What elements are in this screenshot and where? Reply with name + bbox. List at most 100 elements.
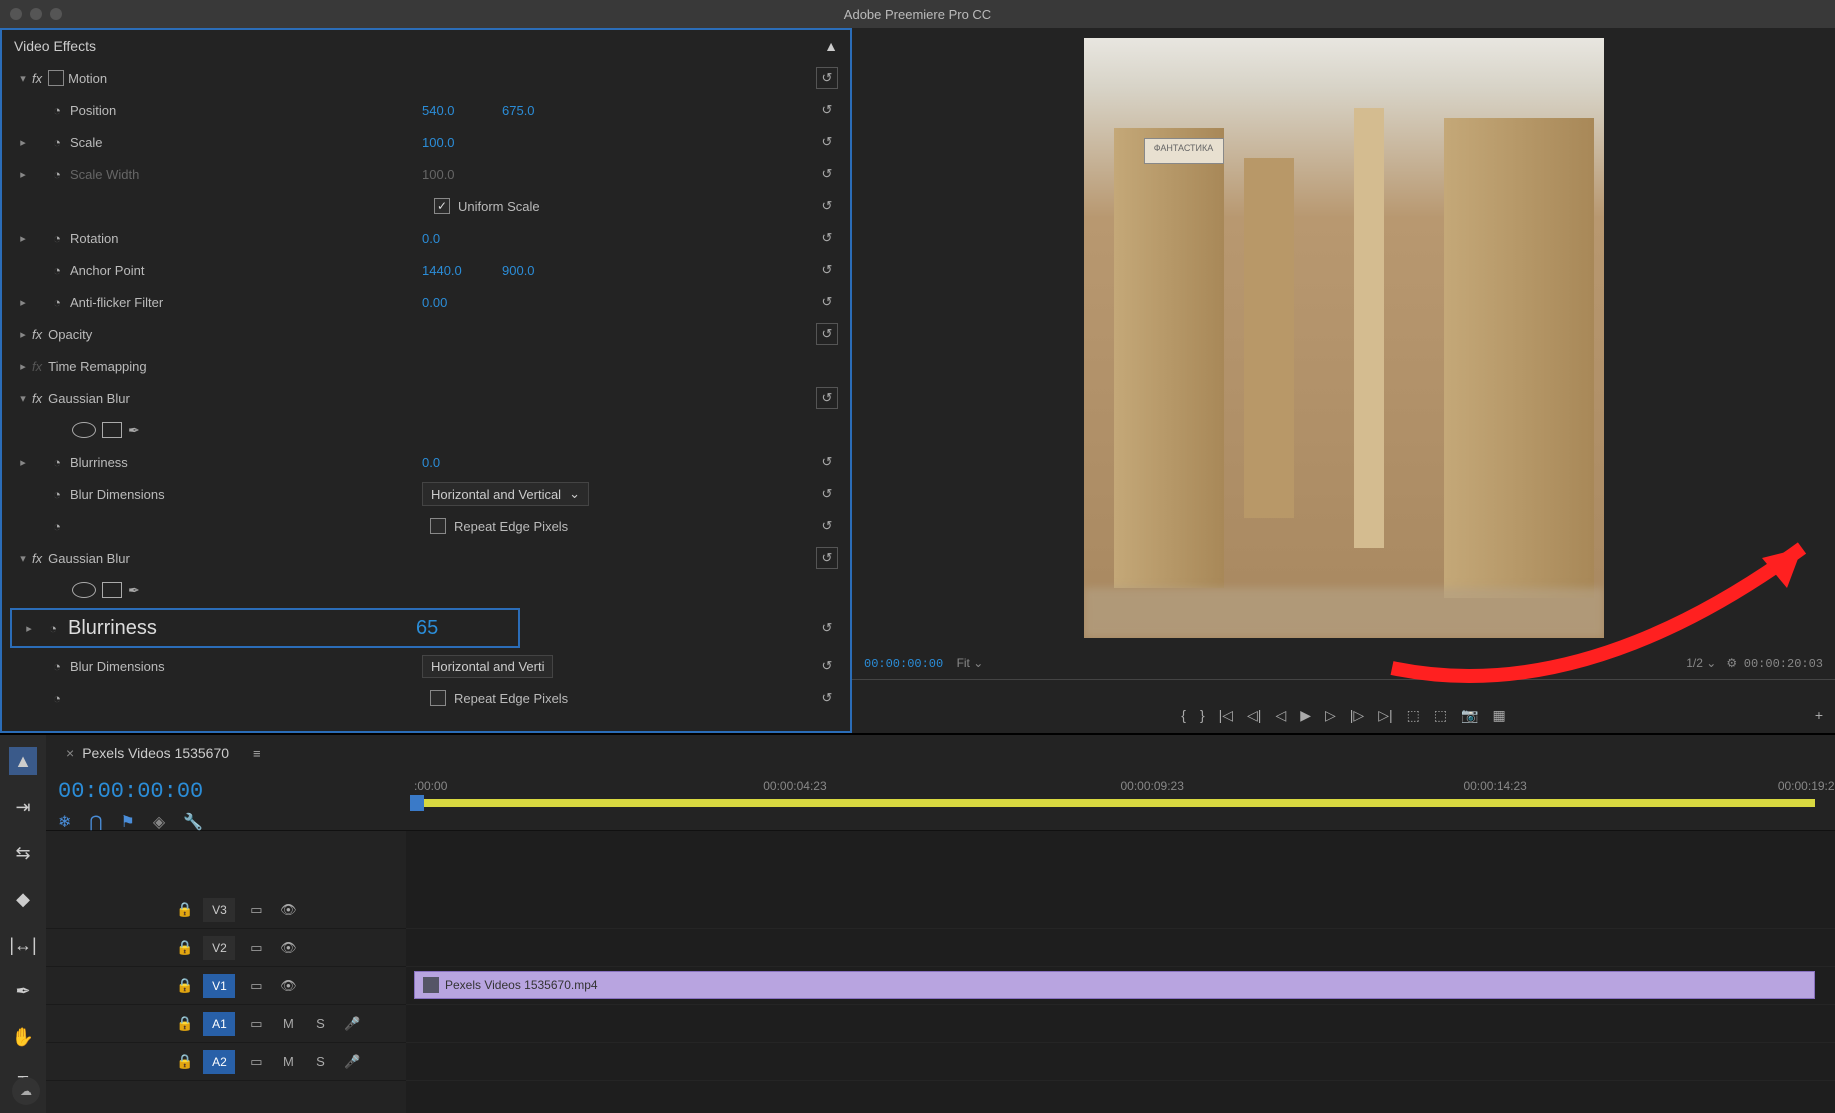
reset-antiflicker[interactable]: ↺ xyxy=(816,291,838,313)
go-in-icon[interactable]: |◁ xyxy=(1219,707,1233,724)
next-frame-icon[interactable]: ▷ xyxy=(1325,707,1336,724)
reset-gblur2[interactable]: ↺ xyxy=(816,547,838,569)
stopwatch-icon[interactable]: ◔ xyxy=(50,135,64,149)
voice-icon[interactable]: 🎤 xyxy=(341,1016,363,1032)
expand-gblur2[interactable]: ▾ xyxy=(14,552,32,565)
export-frame-icon[interactable]: 📷 xyxy=(1461,707,1478,724)
expand-motion[interactable]: ▾ xyxy=(14,72,32,85)
reset-blurdims2[interactable]: ↺ xyxy=(816,655,838,677)
expand-antiflicker[interactable]: ▸ xyxy=(14,296,32,309)
uniform-scale-checkbox[interactable] xyxy=(434,198,450,214)
step-fwd-icon[interactable]: |▷ xyxy=(1350,707,1364,724)
repeat-edge2-checkbox[interactable] xyxy=(430,690,446,706)
rotation-value[interactable]: 0.0 xyxy=(422,231,440,246)
mute-icon[interactable]: M xyxy=(277,1054,299,1069)
repeat-edge1-checkbox[interactable] xyxy=(430,518,446,534)
fit-dropdown[interactable]: Fit ⌄ xyxy=(957,656,984,670)
fx-badge[interactable]: fx xyxy=(32,327,42,342)
snap-icon[interactable]: ❄ xyxy=(58,812,71,832)
button-editor-icon[interactable]: + xyxy=(1815,707,1823,723)
timeline-ruler[interactable]: :00:00 00:00:04:23 00:00:09:23 00:00:14:… xyxy=(406,771,1835,830)
reset-motion[interactable]: ↺ xyxy=(816,67,838,89)
effect-motion[interactable]: Motion xyxy=(68,71,107,86)
toggle-output-icon[interactable]: 👁 xyxy=(277,978,299,994)
reset-repeat1[interactable]: ↺ xyxy=(816,515,838,537)
expand-scale[interactable]: ▸ xyxy=(14,136,32,149)
tab-menu-icon[interactable]: ≡ xyxy=(253,746,261,761)
mask-pen-icon[interactable]: ✒ xyxy=(128,582,140,599)
stopwatch-icon[interactable]: ◔ xyxy=(50,455,64,469)
toggle-output-icon[interactable]: 👁 xyxy=(277,902,299,918)
expand-gblur1[interactable]: ▾ xyxy=(14,392,32,405)
mask-pen-icon[interactable]: ✒ xyxy=(128,422,140,439)
reset-position[interactable]: ↺ xyxy=(816,99,838,121)
stopwatch-icon[interactable]: ◔ xyxy=(50,231,64,245)
pen-tool[interactable]: ✒ xyxy=(9,977,37,1005)
stopwatch-icon[interactable]: ◔ xyxy=(50,263,64,277)
solo-icon[interactable]: S xyxy=(309,1054,331,1069)
stopwatch-icon[interactable]: ◔ xyxy=(46,621,60,635)
ripple-tool[interactable]: ⇆ xyxy=(9,839,37,867)
magnet-icon[interactable]: ⋂ xyxy=(89,812,102,832)
window-controls[interactable] xyxy=(10,8,62,20)
razor-tool[interactable]: ◆ xyxy=(9,885,37,913)
play-icon[interactable]: ▶ xyxy=(1300,707,1311,724)
marker-icon[interactable]: ◈ xyxy=(153,812,165,832)
reset-rotation[interactable]: ↺ xyxy=(816,227,838,249)
stopwatch-icon[interactable]: ◔ xyxy=(50,295,64,309)
reset-uniform[interactable]: ↺ xyxy=(816,195,838,217)
step-back-icon[interactable]: ◁| xyxy=(1247,707,1261,724)
timeline-timecode[interactable]: 00:00:00:00 xyxy=(58,779,394,804)
program-timecode[interactable]: 00:00:00:00 xyxy=(864,657,943,671)
blurdims2-dropdown[interactable]: Horizontal and Verti xyxy=(422,655,553,678)
voice-icon[interactable]: 🎤 xyxy=(341,1054,363,1070)
lock-icon[interactable]: 🔒 xyxy=(176,1015,193,1032)
preview-video-frame[interactable]: ФАНТАСТИКА xyxy=(1084,38,1604,638)
creative-cloud-icon[interactable]: ☁ xyxy=(12,1077,40,1105)
effect-gblur1[interactable]: Gaussian Blur xyxy=(48,391,130,406)
position-x[interactable]: 540.0 xyxy=(422,103,455,118)
blurriness1-value[interactable]: 0.0 xyxy=(422,455,440,470)
reset-blurriness1[interactable]: ↺ xyxy=(816,451,838,473)
slip-tool[interactable]: |↔| xyxy=(9,931,37,959)
reset-anchor[interactable]: ↺ xyxy=(816,259,838,281)
sequence-tab[interactable]: Pexels Videos 1535670 xyxy=(58,741,237,765)
prev-frame-icon[interactable]: ◁ xyxy=(1275,707,1286,724)
effect-gblur2[interactable]: Gaussian Blur xyxy=(48,551,130,566)
lock-icon[interactable]: 🔒 xyxy=(176,901,193,918)
track-a1[interactable]: A1 xyxy=(203,1012,235,1036)
track-v1[interactable]: V1 xyxy=(203,974,235,998)
reset-scale-width[interactable]: ↺ xyxy=(816,163,838,185)
sync-lock-icon[interactable]: ▭ xyxy=(245,902,267,918)
position-y[interactable]: 675.0 xyxy=(502,103,535,118)
selected-property-row[interactable]: ▸ ◔ Blurriness 65 ↺ xyxy=(10,608,520,648)
panel-menu-icon[interactable]: ▲ xyxy=(824,38,838,54)
antiflicker-value[interactable]: 0.00 xyxy=(422,295,447,310)
track-select-tool[interactable]: ⇥ xyxy=(9,793,37,821)
stopwatch-icon[interactable]: ◔ xyxy=(50,487,64,501)
video-clip[interactable]: Pexels Videos 1535670.mp4 xyxy=(414,971,1815,999)
settings-icon[interactable]: ⚙ xyxy=(1726,656,1737,670)
track-v2[interactable]: V2 xyxy=(203,936,235,960)
linked-selection-icon[interactable]: ⚑ xyxy=(121,812,135,832)
mask-rect-icon[interactable] xyxy=(102,422,122,438)
sync-lock-icon[interactable]: ▭ xyxy=(245,1054,267,1070)
mark-in-icon[interactable]: { xyxy=(1181,707,1186,723)
track-v3[interactable]: V3 xyxy=(203,898,235,922)
anchor-y[interactable]: 900.0 xyxy=(502,263,535,278)
blurriness2-value[interactable]: 65 xyxy=(416,617,438,640)
go-out-icon[interactable]: ▷| xyxy=(1378,707,1392,724)
mute-icon[interactable]: M xyxy=(277,1016,299,1031)
reset-gblur1[interactable]: ↺ xyxy=(816,387,838,409)
effect-time-remap[interactable]: Time Remapping xyxy=(48,359,147,374)
mark-out-icon[interactable]: } xyxy=(1200,707,1205,723)
selection-tool[interactable]: ▲ xyxy=(9,747,37,775)
expand-time-remap[interactable]: ▸ xyxy=(14,360,32,373)
lock-icon[interactable]: 🔒 xyxy=(176,1053,193,1070)
zoom-dropdown[interactable]: 1/2 ⌄ xyxy=(1686,656,1716,670)
fx-badge[interactable]: fx xyxy=(32,391,42,406)
stopwatch-icon[interactable]: ◔ xyxy=(50,691,64,705)
sync-lock-icon[interactable]: ▭ xyxy=(245,1016,267,1032)
lift-icon[interactable]: ⬚ xyxy=(1407,707,1420,724)
program-ruler[interactable] xyxy=(852,679,1835,697)
